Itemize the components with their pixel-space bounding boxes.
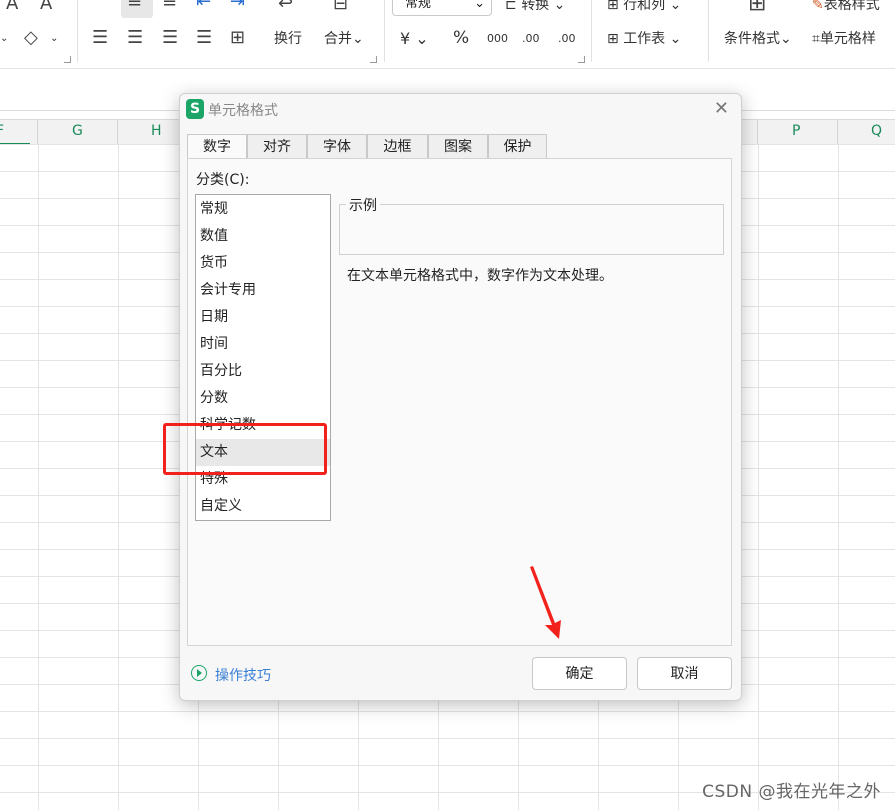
- align-right-icon[interactable]: ☰: [162, 28, 178, 48]
- indent-decrease-icon[interactable]: ⇤: [196, 0, 211, 12]
- number-format-select[interactable]: 常规 ⌄: [392, 0, 492, 16]
- font-grow-icon[interactable]: A: [6, 0, 18, 14]
- column-divider: [837, 120, 838, 144]
- category-item[interactable]: 日期: [196, 304, 330, 331]
- tab-number[interactable]: 数字: [187, 134, 247, 159]
- column-header[interactable]: Q: [871, 123, 882, 139]
- category-item[interactable]: 百分比: [196, 358, 330, 385]
- column-divider: [757, 120, 758, 144]
- cell-style-button[interactable]: ⌗单元格样: [812, 30, 876, 48]
- ribbon-separator: [708, 0, 709, 62]
- column-divider: [117, 120, 118, 144]
- play-circle-icon[interactable]: [191, 665, 207, 681]
- format-cells-dialog: S 单元格格式 ✕ 数字 对齐 字体 边框 图案 保护 分类(C): 常规 数值…: [179, 93, 742, 701]
- category-item[interactable]: 自定义: [196, 493, 330, 520]
- ok-button[interactable]: 确定: [532, 657, 627, 690]
- cancel-button[interactable]: 取消: [637, 657, 732, 690]
- thousands-separator-button[interactable]: 000: [487, 30, 508, 48]
- convert-button[interactable]: ⊏ 转换 ⌄: [505, 0, 565, 14]
- indent-increase-icon[interactable]: ⇥: [230, 0, 245, 12]
- table-style-button[interactable]: ✎表格样式: [812, 0, 880, 14]
- column-header[interactable]: H: [151, 123, 162, 139]
- highlight-box-annotation: [163, 423, 327, 475]
- font-group-launcher-icon[interactable]: [64, 56, 71, 63]
- sample-label: 示例: [346, 195, 380, 215]
- conditional-format-icon[interactable]: ⊞: [748, 0, 766, 15]
- tab-alignment[interactable]: 对齐: [247, 134, 307, 158]
- category-label: 分类(C):: [196, 172, 250, 188]
- ribbon-separator: [591, 0, 592, 62]
- ribbon-toolbar: A A ◇ ⌄ ⌄ ⎺ ≡ ≡ ⇤ ⇥ ☰ ☰ ☰ ☰ ⊞ ↩ 换行 ⊟ 合并⌄…: [0, 0, 895, 69]
- tab-pattern[interactable]: 图案: [428, 134, 488, 158]
- align-bottom-icon[interactable]: ≡: [162, 0, 177, 12]
- red-arrow-annotation: [530, 566, 561, 639]
- column-divider: [37, 120, 38, 144]
- percent-button[interactable]: %: [453, 29, 469, 47]
- category-item[interactable]: 常规: [196, 196, 330, 223]
- align-middle-icon[interactable]: ≡: [127, 0, 142, 12]
- close-icon[interactable]: ✕: [714, 98, 729, 119]
- tips-link[interactable]: 操作技巧: [215, 665, 271, 685]
- category-item[interactable]: 时间: [196, 331, 330, 358]
- clear-dropdown-icon[interactable]: ⌄: [50, 30, 58, 48]
- column-header[interactable]: G: [72, 123, 83, 139]
- ribbon-separator: [77, 0, 78, 62]
- clear-format-icon[interactable]: ◇: [24, 28, 38, 48]
- decimal-increase-button[interactable]: .00: [522, 30, 540, 48]
- number-group-launcher-icon[interactable]: [578, 56, 585, 63]
- column-header[interactable]: P: [792, 123, 800, 139]
- conditional-format-button[interactable]: 条件格式⌄: [724, 30, 792, 48]
- tab-protection[interactable]: 保护: [488, 134, 547, 158]
- number-tab-panel: 分类(C): 常规 数值 货币 会计专用 日期 时间 百分比 分数 科学记数 文…: [187, 158, 732, 646]
- merge-cells-icon[interactable]: ⊟: [333, 0, 348, 14]
- merge-button[interactable]: 合并⌄: [324, 30, 364, 48]
- align-center-icon[interactable]: ☰: [127, 28, 143, 48]
- distributed-icon[interactable]: ⊞: [230, 28, 245, 48]
- column-header[interactable]: F: [0, 123, 4, 139]
- decimal-decrease-button[interactable]: .00: [558, 30, 576, 48]
- align-left-icon[interactable]: ☰: [92, 28, 108, 48]
- dialog-title: 单元格格式: [208, 103, 278, 119]
- currency-button[interactable]: ¥ ⌄: [400, 30, 429, 48]
- rows-cols-button[interactable]: ⊞ 行和列 ⌄: [607, 0, 681, 14]
- sample-groupbox: 示例: [339, 195, 724, 255]
- category-item[interactable]: 会计专用: [196, 277, 330, 304]
- prev-dropdown-icon[interactable]: ⌄: [0, 30, 8, 48]
- align-top-icon[interactable]: ⎺: [92, 0, 110, 12]
- tab-border[interactable]: 边框: [367, 134, 428, 158]
- watermark: CSDN @我在光年之外: [702, 782, 881, 802]
- tab-font[interactable]: 字体: [307, 134, 367, 158]
- app-logo-icon: S: [186, 99, 204, 119]
- format-description: 在文本单元格格式中，数字作为文本处理。: [347, 268, 613, 284]
- wrap-text-icon[interactable]: ↩: [278, 0, 293, 14]
- justify-icon[interactable]: ☰: [196, 28, 212, 48]
- category-item[interactable]: 货币: [196, 250, 330, 277]
- wrap-text-button[interactable]: 换行: [274, 30, 302, 48]
- font-shrink-icon[interactable]: A: [40, 0, 52, 14]
- chevron-down-icon: ⌄: [474, 0, 485, 11]
- worksheet-button[interactable]: ⊞ 工作表 ⌄: [607, 30, 681, 48]
- align-group-launcher-icon[interactable]: [370, 56, 377, 63]
- ribbon-separator: [384, 0, 385, 62]
- category-item[interactable]: 数值: [196, 223, 330, 250]
- category-item[interactable]: 分数: [196, 385, 330, 412]
